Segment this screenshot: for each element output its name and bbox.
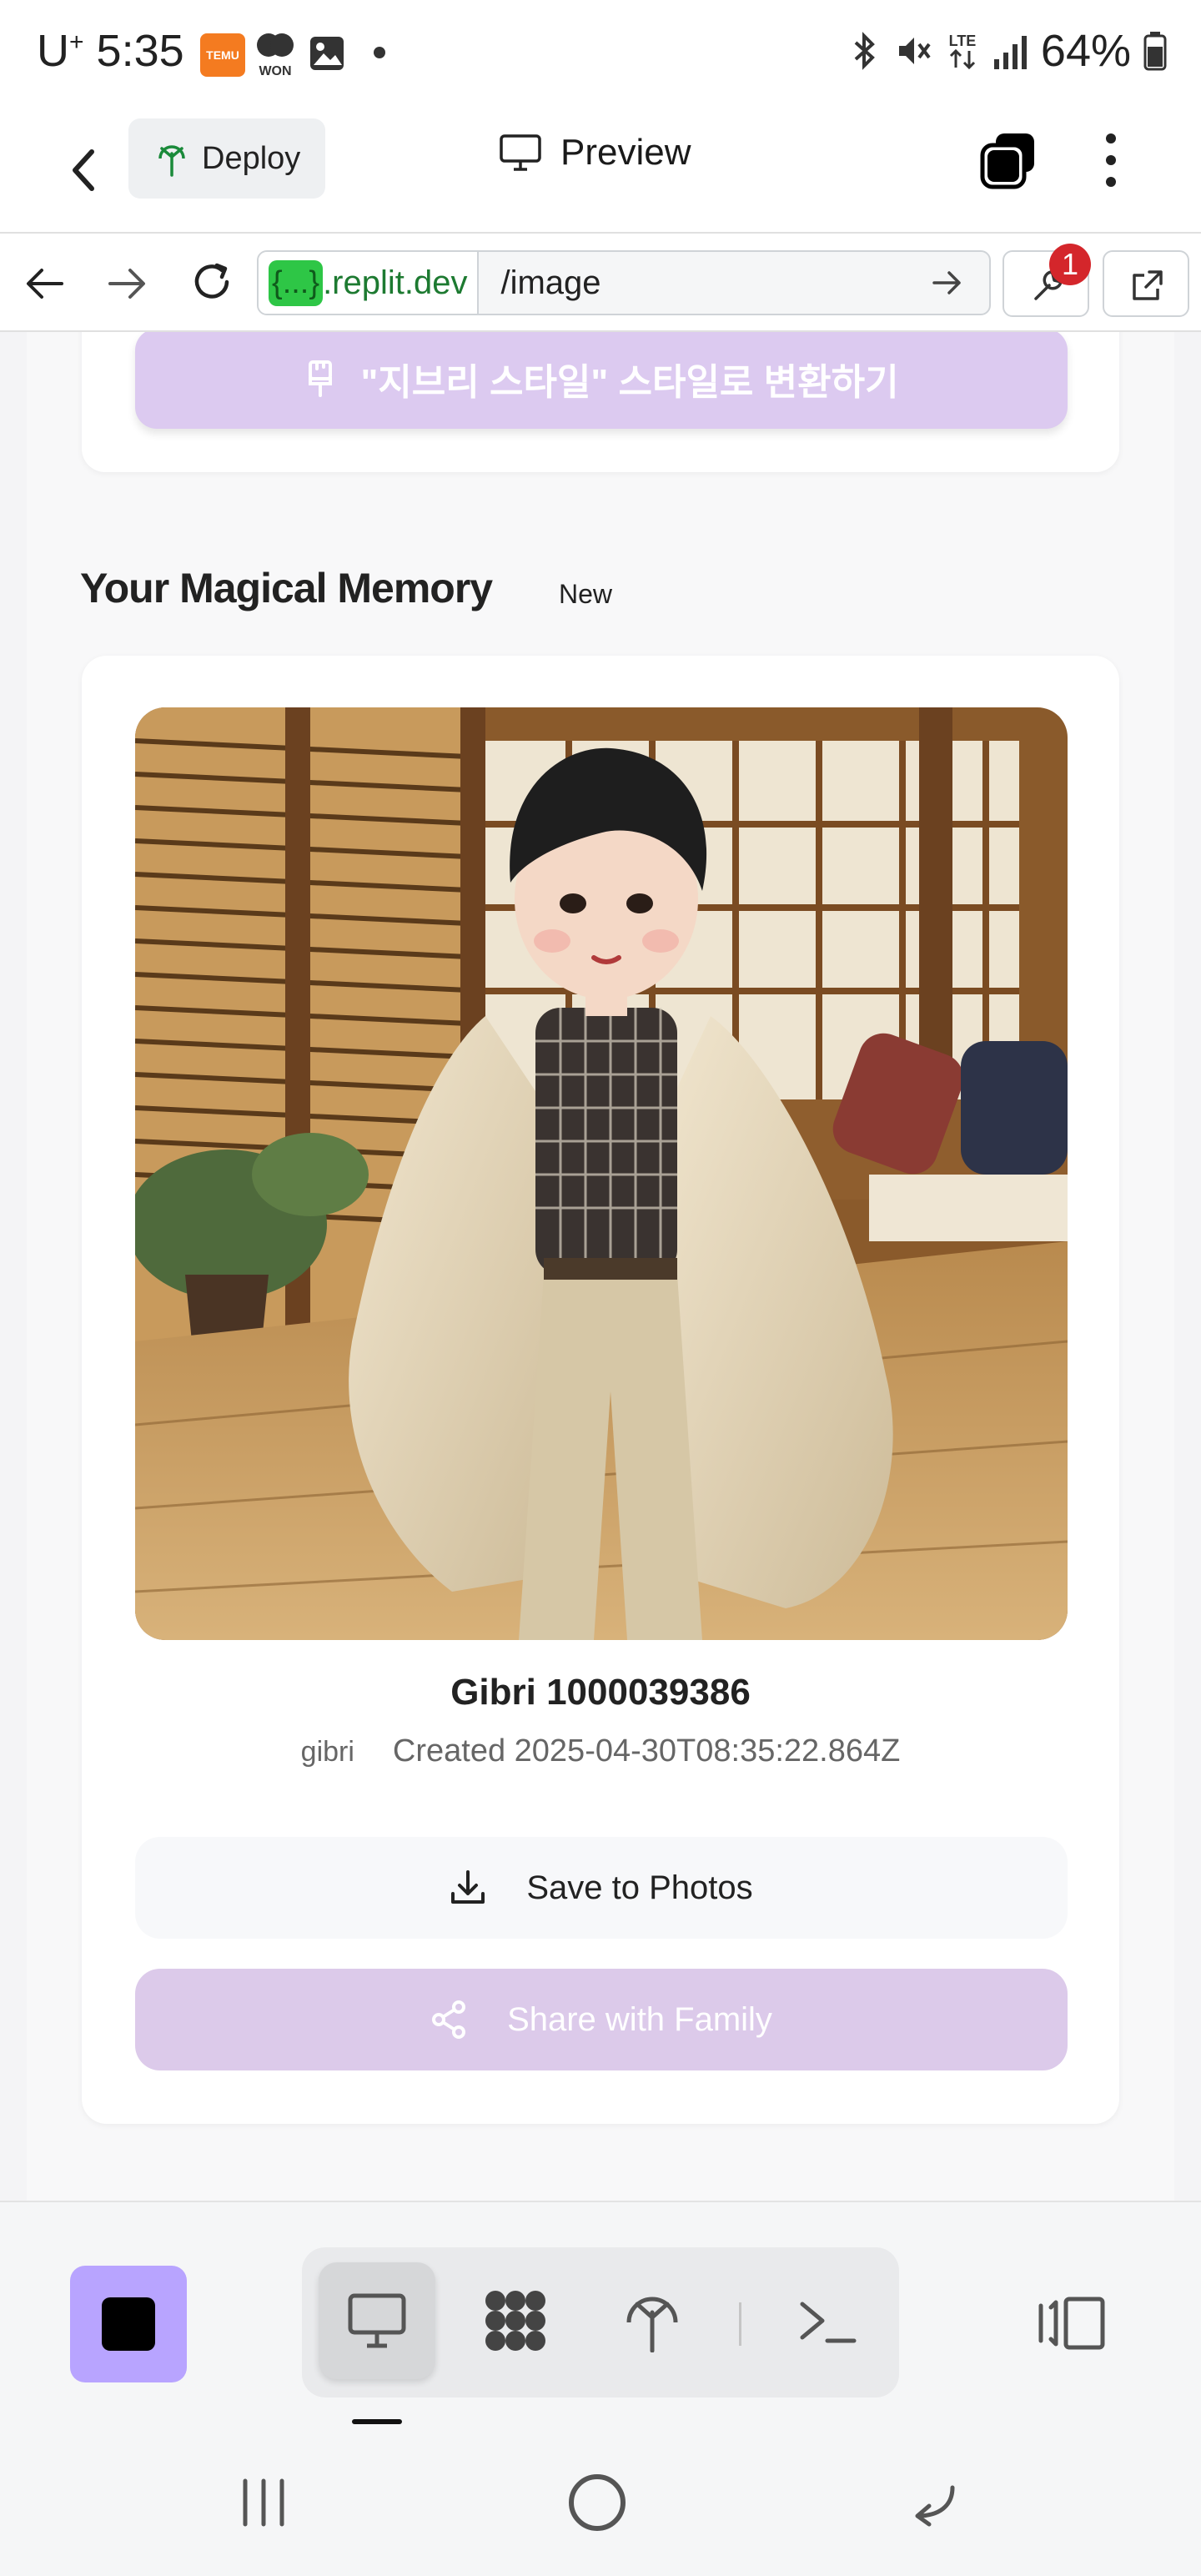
- desktop-icon: [348, 2293, 406, 2348]
- status-bar: U+ 5:35 TEMU WON LTE 64%: [0, 0, 1201, 107]
- battery-icon: [1143, 32, 1167, 71]
- memory-card: Gibri 1000039386 gibri Created 2025-04-3…: [82, 656, 1119, 2124]
- android-nav-bar: [0, 2434, 1201, 2576]
- won-app-icon: WON: [254, 30, 297, 78]
- notification-badge: 1: [1049, 244, 1091, 285]
- status-time: U+ 5:35: [37, 26, 184, 76]
- vibrate-mute-icon: [898, 38, 931, 64]
- convert-card: "지브리 스타일" 스타일로 변환하기: [82, 332, 1119, 472]
- desktop-icon: [500, 134, 541, 171]
- svg-text:LTE: LTE: [949, 33, 977, 49]
- share-with-family-label: Share with Family: [507, 2000, 772, 2038]
- signal-icon: [993, 36, 1027, 69]
- url-domain-pill: {...}: [269, 259, 324, 306]
- photo-title: Gibri 1000039386: [450, 1672, 751, 1713]
- status-indicators: LTE 64%: [847, 25, 1168, 77]
- paintbrush-icon: [309, 360, 333, 397]
- app-header: Deploy Preview: [0, 107, 1201, 232]
- bluetooth-icon: [854, 32, 875, 70]
- panel-toggle-icon[interactable]: [1038, 2294, 1108, 2352]
- external-link-icon: [1133, 270, 1163, 300]
- lte-icon: LTE: [949, 33, 977, 70]
- more-options-icon[interactable]: [1094, 128, 1128, 192]
- deploy-icon: [158, 145, 185, 177]
- tool-shell[interactable]: [769, 2262, 886, 2379]
- home-icon[interactable]: [569, 2474, 626, 2531]
- url-path: /image: [500, 264, 601, 301]
- page-content: "지브리 스타일" 스타일로 변환하기 Your Magical Memory …: [27, 332, 1174, 2201]
- webview: "지브리 스타일" 스타일로 변환하기 Your Magical Memory …: [0, 332, 1201, 2201]
- section-title: Your Magical Memory: [80, 565, 493, 611]
- photo-tag: gibri: [300, 1736, 354, 1768]
- deploy-button[interactable]: Deploy: [128, 118, 325, 199]
- save-to-photos-label: Save to Photos: [526, 1869, 753, 1906]
- download-icon: [451, 1870, 485, 1904]
- url-domain-rest: .replit.dev: [323, 264, 468, 301]
- preview-label: Preview: [560, 132, 691, 173]
- active-tab-indicator: [352, 2419, 402, 2424]
- convert-style-button[interactable]: "지브리 스타일" 스타일로 변환하기: [135, 332, 1068, 429]
- photo-created: Created 2025-04-30T08:35:22.864Z: [392, 1733, 901, 1768]
- tabs-icon[interactable]: [977, 130, 1038, 190]
- tool-workspace[interactable]: [457, 2262, 574, 2379]
- deploy-label: Deploy: [202, 140, 301, 176]
- url-domain: {...} .replit.dev: [259, 252, 480, 314]
- notification-dot-icon: [374, 47, 385, 58]
- photo-meta: gibri Created 2025-04-30T08:35:22.864Z: [82, 1733, 1119, 1769]
- recents-icon[interactable]: [237, 2476, 290, 2529]
- deploy-icon: [626, 2297, 678, 2352]
- stop-button[interactable]: [70, 2266, 187, 2382]
- browser-back-icon[interactable]: [23, 264, 67, 304]
- share-with-family-button[interactable]: Share with Family: [135, 1969, 1068, 2070]
- tool-group: [302, 2247, 899, 2397]
- battery-percent: 64%: [1040, 26, 1131, 76]
- open-in-new-tab-button[interactable]: [1103, 250, 1189, 317]
- tool-preview[interactable]: [319, 2262, 435, 2379]
- url-field[interactable]: {...} .replit.dev /image: [257, 250, 991, 315]
- toolbar-separator: [739, 2302, 741, 2346]
- svg-text:WON: WON: [259, 64, 291, 78]
- browser-forward-icon[interactable]: [105, 264, 148, 304]
- temu-app-icon: TEMU: [200, 33, 245, 77]
- reload-icon[interactable]: [188, 259, 235, 305]
- stop-icon: [102, 2297, 155, 2351]
- section-badge: New: [559, 579, 613, 609]
- gallery-icon: [307, 33, 347, 73]
- save-to-photos-button[interactable]: Save to Photos: [135, 1837, 1068, 1939]
- convert-style-label: "지브리 스타일" 스타일로 변환하기: [360, 362, 899, 403]
- bottom-toolbar: [0, 2201, 1201, 2434]
- generated-image[interactable]: [135, 707, 1068, 1640]
- grid-icon: [485, 2291, 545, 2351]
- preview-title: Preview: [499, 132, 691, 174]
- go-arrow-icon[interactable]: [927, 266, 967, 299]
- url-bar: {...} .replit.dev /image 1: [0, 232, 1201, 332]
- tool-deploy[interactable]: [594, 2262, 711, 2379]
- system-back-icon[interactable]: [909, 2476, 959, 2529]
- back-chevron-icon[interactable]: [60, 140, 107, 200]
- terminal-icon: [800, 2302, 857, 2343]
- share-icon: [432, 2000, 466, 2039]
